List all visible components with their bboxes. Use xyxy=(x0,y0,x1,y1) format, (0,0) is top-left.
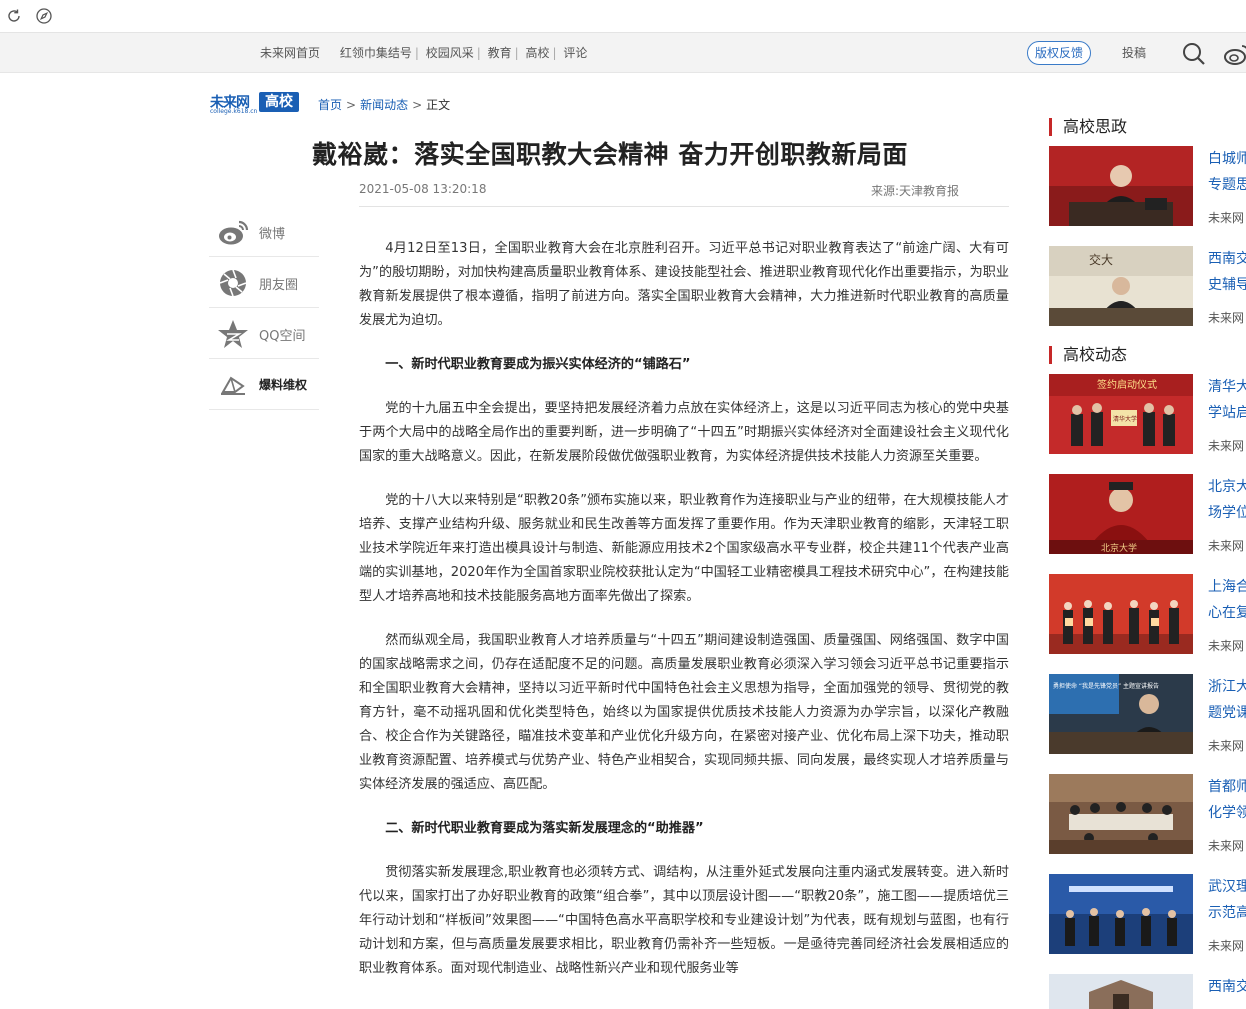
share-qzone-label: QQ空间 xyxy=(259,329,306,344)
news-card[interactable]: 签约启动仪式 清华大学 清华大 学站启 未来网 xyxy=(1049,374,1246,454)
news-thumbnail[interactable]: 签约启动仪式 清华大学 xyxy=(1049,374,1193,454)
share-moments[interactable]: 朋友圈 xyxy=(209,257,319,308)
news-title-line1[interactable]: 清华大 xyxy=(1208,378,1246,396)
share-moments-label: 朋友圈 xyxy=(259,278,299,293)
breadcrumb-current: 正文 xyxy=(426,98,451,112)
submit-link[interactable]: 投稿 xyxy=(1122,33,1146,73)
news-card[interactable]: 上海合 心在复 未来网 xyxy=(1049,574,1246,654)
news-title-line2[interactable]: 场学位 xyxy=(1208,504,1246,522)
news-title-line1[interactable]: 北京大 xyxy=(1208,478,1246,496)
news-thumbnail[interactable] xyxy=(1049,146,1193,226)
news-title-line1[interactable]: 西南交 xyxy=(1208,978,1246,996)
news-title-line2[interactable]: 学站启 xyxy=(1208,404,1246,422)
thumb-banner-text: 签约启动仪式 xyxy=(1097,378,1157,391)
nav-link-comment[interactable]: 评论 xyxy=(563,33,587,73)
search-icon[interactable] xyxy=(1181,42,1207,66)
section-title-news: 高校动态 xyxy=(1049,346,1127,364)
breadcrumb-news[interactable]: 新闻动态 xyxy=(360,98,408,112)
news-thumbnail[interactable]: 交大 xyxy=(1049,246,1193,326)
news-title-line2[interactable]: 专题思 xyxy=(1208,176,1246,194)
share-report-label: 爆料维权 xyxy=(259,378,308,392)
news-source: 未来网 xyxy=(1208,639,1245,653)
news-card[interactable]: 西南交 xyxy=(1049,974,1246,1009)
nav-link-redscarf[interactable]: 红领巾集结号 xyxy=(340,33,412,73)
qzone-icon xyxy=(218,320,248,348)
news-title-line1[interactable]: 白城师 xyxy=(1208,150,1246,168)
article-paragraph: 贯彻落实新发展理念,职业教育也必须转方式、调结构，从注重外延式发展向注重内涵式发… xyxy=(359,865,1009,976)
nav-link-college[interactable]: 高校 xyxy=(526,33,550,73)
thumb-pku-text: 北京大学 xyxy=(1101,542,1137,554)
news-title-line1[interactable]: 浙江大 xyxy=(1208,678,1246,696)
news-title-line2[interactable]: 题党课 xyxy=(1208,704,1246,722)
browser-toolbar xyxy=(0,0,1246,33)
share-panel: 微博 朋友圈 QQ空间 爆料维权 xyxy=(209,206,319,410)
nav-link-campus[interactable]: 校园风采 xyxy=(426,33,474,73)
nav-link-education[interactable]: 教育 xyxy=(488,33,512,73)
logo-tag: 高校 xyxy=(259,92,299,112)
news-thumbnail[interactable] xyxy=(1049,574,1193,654)
article-paragraph: 然而纵观全局，我国职业教育人才培养质量与“十四五”期间建设制造强国、质量强国、网… xyxy=(359,633,1009,792)
news-source: 未来网 xyxy=(1208,439,1245,453)
news-thumbnail[interactable]: 勇担使命 “我是先锋党员” 主题宣讲报告 xyxy=(1049,674,1193,754)
article-body: 4月12日至13日，全国职业教育大会在北京胜利召开。习近平总书记对职业教育表达了… xyxy=(359,237,1009,1001)
news-title-line1[interactable]: 上海合 xyxy=(1208,578,1246,596)
thumb-plaque-text: 清华大学 xyxy=(1113,415,1137,423)
article-heading: 一、新时代职业教育要成为振兴实体经济的“铺路石” xyxy=(385,357,691,372)
article-title: 戴裕崴：落实全国职教大会精神 奋力开创职教新局面 xyxy=(312,140,908,169)
compass-icon[interactable] xyxy=(35,7,53,25)
weibo-icon xyxy=(219,220,249,245)
share-qzone[interactable]: QQ空间 xyxy=(209,308,319,359)
svg-text:交大: 交大 xyxy=(1089,252,1113,267)
news-source: 未来网 xyxy=(1208,211,1245,225)
share-weibo-label: 微博 xyxy=(259,227,286,242)
news-source: 未来网 xyxy=(1208,839,1245,853)
article-heading: 二、新时代职业教育要成为落实新发展理念的“助推器” xyxy=(385,821,704,836)
report-icon xyxy=(221,376,245,395)
news-title-line2[interactable]: 史辅导 xyxy=(1208,276,1246,294)
breadcrumb-home[interactable]: 首页 xyxy=(318,98,342,112)
article-source: 来源:天津教育报 xyxy=(870,184,959,198)
news-source: 未来网 xyxy=(1208,939,1245,953)
moments-icon xyxy=(219,269,247,297)
news-card[interactable]: 首都师 化学领 未来网 xyxy=(1049,774,1246,854)
copyright-feedback-button[interactable]: 版权反馈 xyxy=(1027,41,1091,65)
article-paragraph: 党的十八大以来特别是“职教20条”颁布实施以来，职业教育作为连接职业与产业的纽带… xyxy=(359,493,1009,604)
news-source: 未来网 xyxy=(1208,739,1245,753)
news-card[interactable]: 交大 西南交 史辅导 未来网 xyxy=(1049,246,1246,326)
article-date: 2021-05-08 13:20:18 xyxy=(359,182,487,196)
news-card[interactable]: 白城师 专题思 未来网 xyxy=(1049,146,1246,226)
nav-links: 未来网首页 红领巾集结号 | 校园风采 | 教育 | 高校 | 评论 xyxy=(260,33,587,73)
news-source: 未来网 xyxy=(1208,539,1245,553)
news-title-line1[interactable]: 首都师 xyxy=(1208,778,1246,796)
news-card[interactable]: 武汉理 示范高 未来网 xyxy=(1049,874,1246,954)
news-title-line2[interactable]: 化学领 xyxy=(1208,804,1246,822)
nav-link-home[interactable]: 未来网首页 xyxy=(260,33,320,73)
article-paragraph: 党的十九届五中全会提出，要坚持把发展经济着力点放在实体经济上，这是以习近平同志为… xyxy=(359,401,1009,464)
news-title-line2[interactable]: 心在复 xyxy=(1208,604,1246,622)
breadcrumb: 首页 > 新闻动态 > 正文 xyxy=(318,98,451,112)
news-title-line2[interactable]: 示范高 xyxy=(1208,904,1246,922)
thumb-zju-text: 勇担使命 “我是先锋党员” 主题宣讲报告 xyxy=(1053,682,1159,690)
news-card[interactable]: 北京大学 北京大 场学位 未来网 xyxy=(1049,474,1246,554)
section-title-ideology: 高校思政 xyxy=(1049,118,1127,136)
news-title-line1[interactable]: 武汉理 xyxy=(1208,878,1246,896)
news-card[interactable]: 勇担使命 “我是先锋党员” 主题宣讲报告 浙江大 题党课 未来网 xyxy=(1049,674,1246,754)
share-weibo[interactable]: 微博 xyxy=(209,206,319,257)
share-report[interactable]: 爆料维权 xyxy=(209,359,319,410)
news-thumbnail[interactable] xyxy=(1049,874,1193,954)
top-navigation: 未来网首页 红领巾集结号 | 校园风采 | 教育 | 高校 | 评论 版权反馈 投稿 xyxy=(0,33,1246,73)
news-source: 未来网 xyxy=(1208,311,1245,325)
logo-domain: college.k618.cn xyxy=(210,108,258,115)
weibo-icon[interactable] xyxy=(1224,43,1246,65)
news-thumbnail[interactable] xyxy=(1049,774,1193,854)
article-meta: 2021-05-08 13:20:18 来源:天津教育报 xyxy=(359,182,1009,207)
article-paragraph: 4月12日至13日，全国职业教育大会在北京胜利召开。习近平总书记对职业教育表达了… xyxy=(359,241,1009,328)
news-title-line1[interactable]: 西南交 xyxy=(1208,250,1246,268)
news-thumbnail[interactable] xyxy=(1049,974,1193,1009)
refresh-icon[interactable] xyxy=(5,7,23,25)
news-thumbnail[interactable]: 北京大学 xyxy=(1049,474,1193,554)
